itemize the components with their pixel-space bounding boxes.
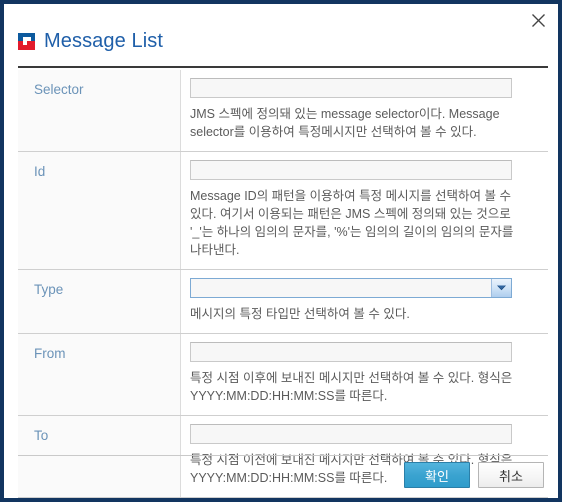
message-list-dialog: Message List Selector JMS 스펙에 정의돼 있는 mes… xyxy=(0,0,562,502)
title-divider xyxy=(18,66,548,68)
label-cell-type: Type xyxy=(18,269,181,334)
field-cell-id: Message ID의 패턴을 이용하여 특정 메시지를 선택하여 볼 수 있다… xyxy=(180,151,548,270)
form-row-id: Id Message ID의 패턴을 이용하여 특정 메시지를 선택하여 볼 수… xyxy=(18,151,548,270)
from-input[interactable] xyxy=(190,342,512,362)
chevron-down-icon[interactable] xyxy=(491,279,511,297)
form-row-type: Type 메시지의 특정 타입만 선택하여 볼 수 있다. xyxy=(18,269,548,334)
dialog-title-row: Message List xyxy=(18,30,163,53)
form-row-selector: Selector JMS 스펙에 정의돼 있는 message selector… xyxy=(18,70,548,152)
field-cell-from: 특정 시점 이후에 보내진 메시지만 선택하여 볼 수 있다. 형식은 YYYY… xyxy=(180,333,548,416)
dialog-body: Message List Selector JMS 스펙에 정의돼 있는 mes… xyxy=(4,4,558,498)
field-cell-selector: JMS 스펙에 정의돼 있는 message selector이다. Messa… xyxy=(180,70,548,152)
close-glyph xyxy=(531,13,545,27)
message-filter-form: Selector JMS 스펙에 정의돼 있는 message selector… xyxy=(18,70,548,498)
close-icon[interactable] xyxy=(524,7,552,33)
field-label-from: From xyxy=(34,346,66,361)
help-text-selector: JMS 스펙에 정의돼 있는 message selector이다. Messa… xyxy=(190,107,500,139)
help-text-from: 특정 시점 이후에 보내진 메시지만 선택하여 볼 수 있다. 형식은 YYYY… xyxy=(190,371,513,403)
selector-input[interactable] xyxy=(190,78,512,98)
type-select[interactable] xyxy=(190,278,512,298)
label-cell-from: From xyxy=(18,333,181,416)
cancel-button[interactable]: 취소 xyxy=(478,462,544,488)
help-text-type: 메시지의 특정 타입만 선택하여 볼 수 있다. xyxy=(190,307,410,321)
field-label-id: Id xyxy=(34,164,46,179)
dialog-titlebar: Message List xyxy=(4,4,558,68)
field-label-type: Type xyxy=(34,282,64,297)
logo-square-icon xyxy=(18,33,35,50)
dialog-footer: 확인 취소 xyxy=(4,462,558,488)
form-row-from: From 특정 시점 이후에 보내진 메시지만 선택하여 볼 수 있다. 형식은… xyxy=(18,333,548,416)
page-title: Message List xyxy=(44,30,164,52)
chevron-down-glyph xyxy=(497,285,506,291)
field-cell-type: 메시지의 특정 타입만 선택하여 볼 수 있다. xyxy=(180,269,548,334)
to-input[interactable] xyxy=(190,424,512,444)
id-input[interactable] xyxy=(190,160,512,180)
label-cell-id: Id xyxy=(18,151,181,270)
confirm-button[interactable]: 확인 xyxy=(404,462,470,488)
footer-divider xyxy=(18,455,548,456)
label-cell-selector: Selector xyxy=(18,70,181,152)
help-text-id: Message ID의 패턴을 이용하여 특정 메시지를 선택하여 볼 수 있다… xyxy=(190,189,514,257)
field-label-selector: Selector xyxy=(34,82,84,97)
type-select-value xyxy=(191,279,511,297)
field-label-to: To xyxy=(34,428,49,443)
